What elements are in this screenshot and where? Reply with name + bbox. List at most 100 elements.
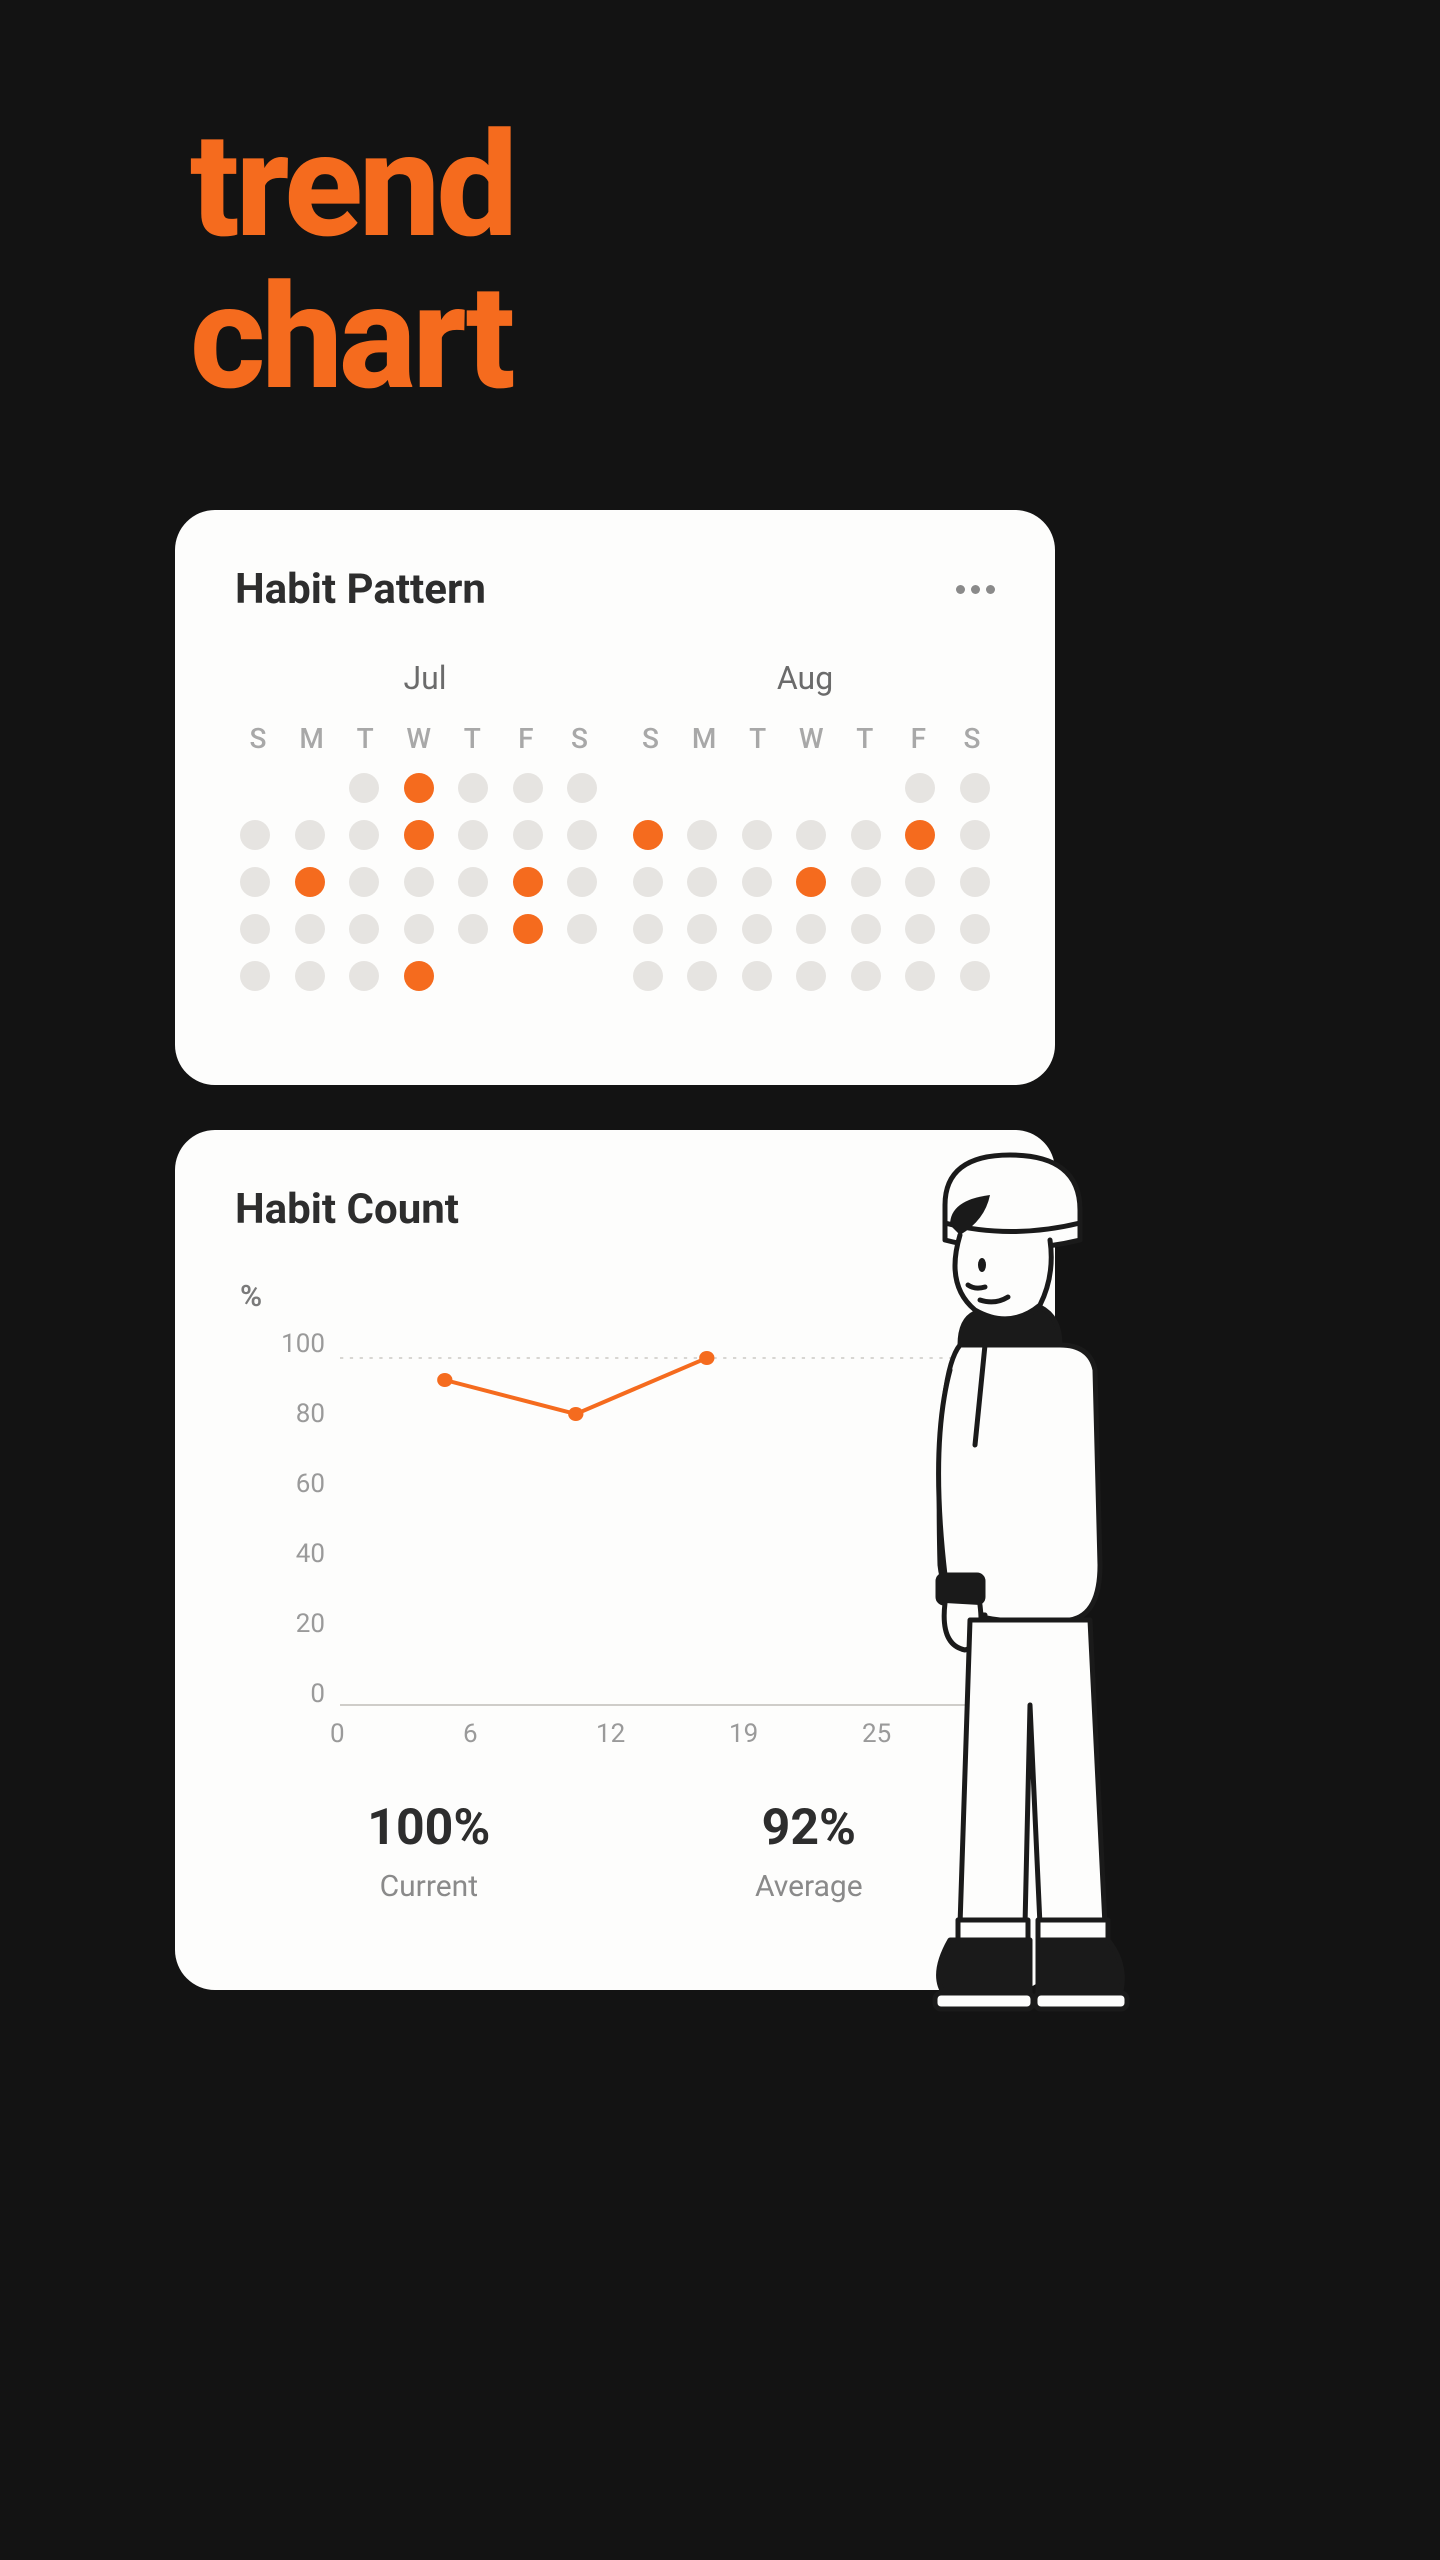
dot-grid-aug [633, 773, 991, 991]
weekday-label: W [793, 722, 829, 755]
chart-area: 100806040200 06121925 [245, 1329, 995, 1749]
weekday-label: T [740, 722, 776, 755]
dot-row [633, 773, 991, 803]
habit-dot-inactive [295, 961, 325, 991]
habit-dot-inactive [905, 961, 935, 991]
habit-dot-empty [458, 961, 488, 991]
x-tick: 19 [729, 1719, 862, 1749]
weekday-row: SMTWTFS [240, 722, 598, 755]
habit-dot-inactive [404, 867, 434, 897]
habit-dot-empty [295, 773, 325, 803]
stat-current-value: 100% [367, 1799, 490, 1857]
dot-grid-jul [240, 773, 598, 991]
chart-point [699, 1351, 714, 1365]
page-title: trend chart [190, 110, 514, 415]
chart-point [568, 1407, 583, 1421]
stats-row: 100% Current 92% Average [235, 1799, 995, 1904]
y-axis: 100806040200 [245, 1329, 325, 1709]
habit-pattern-title: Habit Pattern [235, 565, 486, 614]
pattern-grid-wrap: SMTWTFS SMTWTFS [235, 722, 995, 991]
month-label-jul: Jul [254, 659, 596, 697]
habit-dot-inactive [687, 820, 717, 850]
habit-dot-inactive [567, 914, 597, 944]
habit-dot-inactive [633, 867, 663, 897]
weekday-label: S [954, 722, 990, 755]
y-tick: 40 [245, 1539, 325, 1569]
habit-count-title: Habit Count [235, 1185, 459, 1234]
habit-dot-inactive [513, 773, 543, 803]
weekday-label: T [347, 722, 383, 755]
habit-dot-inactive [349, 867, 379, 897]
habit-dot-inactive [458, 820, 488, 850]
habit-dot-empty [240, 773, 270, 803]
habit-dot-inactive [295, 820, 325, 850]
habit-dot-empty [567, 961, 597, 991]
habit-dot-active [796, 867, 826, 897]
y-tick: 80 [245, 1399, 325, 1429]
month-labels: Jul Aug [235, 659, 995, 697]
month-block-jul: SMTWTFS [240, 722, 598, 991]
habit-dot-inactive [458, 867, 488, 897]
habit-dot-inactive [687, 961, 717, 991]
habit-dot-inactive [349, 961, 379, 991]
habit-dot-empty [633, 773, 663, 803]
weekday-label: T [454, 722, 490, 755]
habit-dot-inactive [960, 961, 990, 991]
habit-dot-inactive [349, 773, 379, 803]
habit-dot-inactive [960, 867, 990, 897]
habit-dot-empty [687, 773, 717, 803]
habit-dot-empty [851, 773, 881, 803]
habit-dot-inactive [905, 914, 935, 944]
habit-dot-inactive [633, 961, 663, 991]
y-tick: 0 [245, 1679, 325, 1709]
habit-dot-inactive [567, 867, 597, 897]
chart-line [445, 1358, 707, 1414]
habit-dot-inactive [960, 773, 990, 803]
weekday-row: SMTWTFS [633, 722, 991, 755]
x-tick: 6 [463, 1719, 596, 1749]
dot-row [240, 914, 598, 944]
stat-current: 100% Current [367, 1799, 490, 1904]
habit-dot-inactive [742, 914, 772, 944]
dot-row [633, 867, 991, 897]
month-label-aug: Aug [634, 659, 976, 697]
habit-dot-inactive [240, 820, 270, 850]
habit-dot-empty [513, 961, 543, 991]
habit-dot-inactive [742, 820, 772, 850]
dot-row [633, 914, 991, 944]
card-header: Habit Pattern [235, 565, 995, 614]
habit-dot-inactive [458, 773, 488, 803]
habit-dot-inactive [960, 820, 990, 850]
person-illustration [890, 1145, 1130, 2015]
habit-dot-active [905, 820, 935, 850]
chart-point [437, 1373, 452, 1387]
stat-average-label: Average [755, 1869, 863, 1904]
dot-row [633, 820, 991, 850]
habit-dot-inactive [851, 914, 881, 944]
habit-dot-inactive [458, 914, 488, 944]
weekday-label: S [240, 722, 276, 755]
habit-dot-active [404, 773, 434, 803]
stat-current-label: Current [367, 1869, 490, 1904]
habit-dot-inactive [295, 914, 325, 944]
y-tick: 100 [245, 1329, 325, 1359]
weekday-label: T [847, 722, 883, 755]
habit-dot-inactive [567, 820, 597, 850]
weekday-label: F [900, 722, 936, 755]
more-icon[interactable] [956, 585, 995, 594]
habit-dot-inactive [742, 867, 772, 897]
month-block-aug: SMTWTFS [633, 722, 991, 991]
habit-dot-inactive [349, 914, 379, 944]
habit-dot-inactive [240, 914, 270, 944]
habit-dot-inactive [404, 914, 434, 944]
habit-dot-inactive [567, 773, 597, 803]
weekday-label: S [633, 722, 669, 755]
habit-dot-inactive [905, 773, 935, 803]
habit-dot-inactive [687, 867, 717, 897]
habit-dot-empty [742, 773, 772, 803]
habit-dot-active [513, 867, 543, 897]
habit-dot-inactive [851, 820, 881, 850]
card-header: Habit Count [235, 1185, 995, 1234]
habit-dot-active [404, 961, 434, 991]
dot-row [633, 961, 991, 991]
